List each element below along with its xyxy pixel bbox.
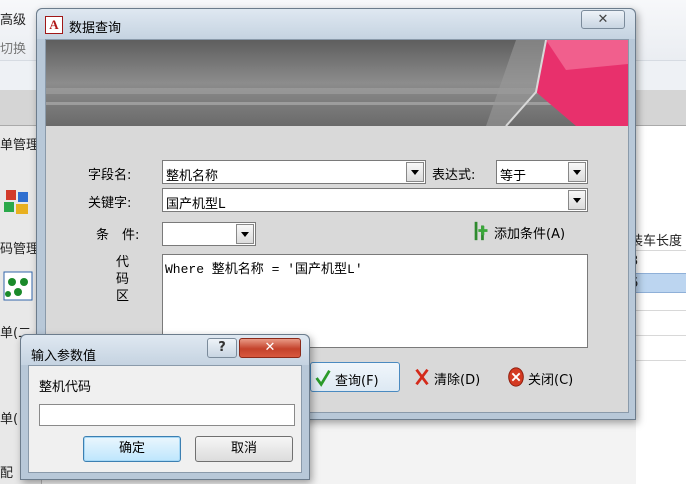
nav-header[interactable]: 单管理	[0, 134, 39, 153]
expression-value: 等于	[500, 169, 527, 184]
param-dialog-titlebar[interactable]: 输入参数值 ? ✕	[21, 335, 309, 365]
param-value-input[interactable]	[39, 404, 295, 426]
close-button-label: 关闭(C)	[528, 373, 574, 388]
expression-combo[interactable]: 等于	[496, 160, 588, 184]
field-name-combo[interactable]: 整机名称	[162, 160, 426, 184]
field-name-value: 整机名称	[166, 169, 219, 184]
header-banner	[46, 40, 628, 126]
add-condition-label: 添加条件(A)	[494, 227, 566, 242]
access-app-icon: A	[45, 16, 63, 34]
keyword-label: 关键字:	[88, 196, 132, 211]
close-button[interactable]: ✕	[581, 10, 625, 29]
dialog-titlebar[interactable]: A 数据查询 ✕	[37, 9, 635, 39]
param-close-button[interactable]: ✕	[239, 338, 301, 358]
forms-icon[interactable]	[2, 186, 34, 218]
selected-cell[interactable]	[636, 273, 686, 293]
datasheet-area	[636, 126, 686, 484]
ribbon-advanced-label[interactable]: 高级	[0, 9, 26, 28]
checkmark-icon	[315, 369, 331, 387]
nav-item-code-management[interactable]: 码管理	[0, 238, 39, 257]
chevron-down-icon[interactable]	[568, 162, 586, 182]
grid-line	[636, 360, 686, 361]
close-circle-icon	[508, 367, 524, 387]
param-dialog-body: 整机代码 确定 取消	[28, 365, 302, 473]
clear-x-icon	[415, 368, 429, 386]
grid-line	[636, 335, 686, 336]
query-button[interactable]: 查询(F)	[310, 362, 400, 392]
chevron-down-icon[interactable]	[568, 190, 586, 210]
param-prompt: 整机代码	[39, 380, 92, 395]
banner-graphic	[46, 40, 628, 126]
clear-button-label: 清除(D)	[434, 373, 481, 388]
condition-label: 条 件:	[96, 228, 140, 243]
nav-item-form[interactable]: 单(	[0, 408, 18, 427]
keyword-combo[interactable]: 国产机型L	[162, 188, 588, 212]
keyword-value: 国产机型L	[166, 197, 226, 212]
clear-button[interactable]: 清除(D)	[410, 362, 496, 392]
field-name-label: 字段名:	[88, 168, 132, 183]
close-dialog-button[interactable]: 关闭(C)	[504, 362, 590, 392]
query-button-label: 查询(F)	[335, 374, 379, 389]
nav-item-config[interactable]: 配	[0, 462, 13, 481]
grid-line	[636, 310, 686, 311]
param-dialog-title: 输入参数值	[31, 349, 97, 364]
column-header-load-length[interactable]: 装车长度	[630, 230, 682, 249]
add-condition-button[interactable]: 添加条件(A)	[470, 216, 600, 246]
chevron-down-icon[interactable]	[406, 162, 424, 182]
code-area-label: 代码区	[116, 255, 130, 304]
ribbon-toggle-label[interactable]: 切换	[0, 38, 26, 57]
help-button[interactable]: ?	[207, 338, 237, 358]
chevron-down-icon[interactable]	[236, 224, 254, 244]
grid-line	[636, 250, 686, 251]
cancel-button[interactable]: 取消	[195, 436, 293, 462]
ok-button[interactable]: 确定	[83, 436, 181, 462]
report-icon[interactable]	[2, 270, 34, 302]
add-condition-icon	[474, 221, 488, 241]
condition-combo[interactable]	[162, 222, 256, 246]
expression-label: 表达式:	[432, 168, 476, 183]
parameter-input-dialog: 输入参数值 ? ✕ 整机代码 确定 取消	[20, 334, 310, 480]
dialog-title: 数据查询	[69, 21, 122, 36]
